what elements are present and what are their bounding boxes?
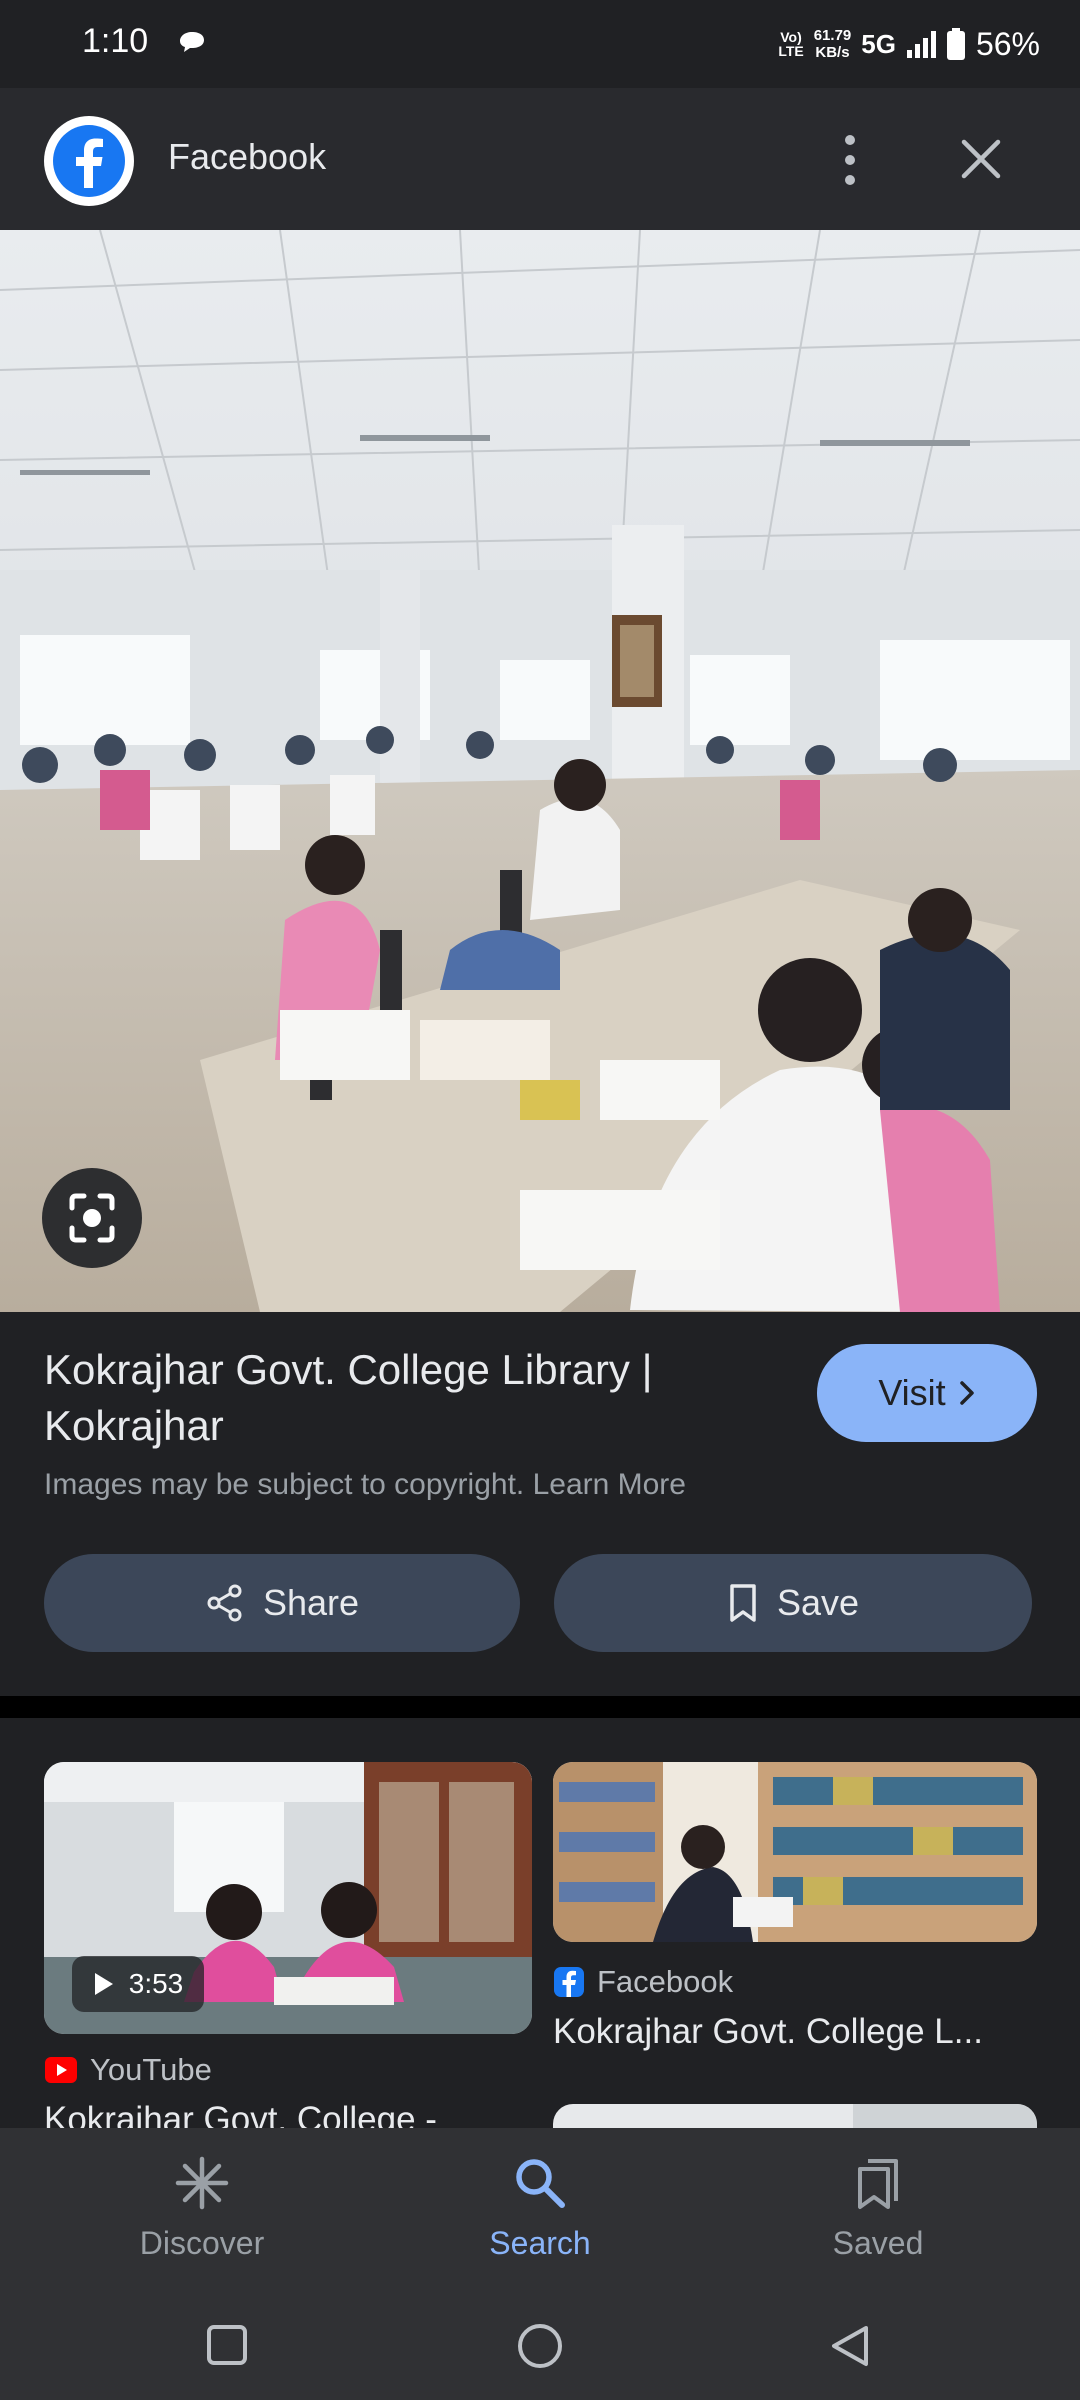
network-type: 5G <box>861 28 896 59</box>
battery-icon <box>946 28 965 60</box>
status-time: 1:10 <box>82 22 149 60</box>
copyright-notice[interactable]: Images may be subject to copyright. Lear… <box>44 1468 686 1502</box>
app-header: Facebook <box>0 88 1080 230</box>
visit-label: Visit <box>878 1372 946 1413</box>
nav-search-label: Search <box>489 2224 591 2261</box>
related-title-2[interactable]: Kokrajhar Govt. College L... <box>553 2012 1037 2052</box>
share-icon <box>207 1584 242 1622</box>
asterisk-icon <box>175 2156 229 2209</box>
save-label: Save <box>776 1582 860 1623</box>
nav-saved[interactable]: Saved <box>758 2128 998 2288</box>
back-triangle-icon[interactable] <box>828 2324 872 2368</box>
facebook-icon <box>554 1967 584 1997</box>
status-bar: 1:10 Vo) LTE 61.79 KB/s 5G 56% <box>0 0 1080 88</box>
share-label: Share <box>262 1582 360 1623</box>
main-result-image[interactable] <box>0 230 1080 1312</box>
network-speed: 61.79 KB/s <box>813 27 852 61</box>
system-navigation-bar <box>0 2288 1080 2400</box>
chat-bubble-icon <box>180 32 204 52</box>
source-name: YouTube <box>90 2052 212 2087</box>
duration-label: 3:53 <box>128 1968 184 1999</box>
battery-percent: 56% <box>975 25 1040 62</box>
related-source-1: YouTube <box>44 2052 212 2088</box>
lens-icon[interactable] <box>42 1168 142 1268</box>
status-icons: Vo) LTE 61.79 KB/s 5G 56% <box>778 18 1040 70</box>
related-thumbnail-2[interactable] <box>553 1762 1037 1942</box>
save-button[interactable]: Save <box>554 1554 1032 1652</box>
play-icon <box>94 1973 113 1995</box>
signal-icon <box>906 31 936 58</box>
visit-button[interactable]: Visit <box>817 1344 1037 1442</box>
search-icon <box>516 2158 565 2208</box>
nav-saved-label: Saved <box>832 2224 924 2261</box>
close-icon[interactable] <box>956 134 1006 184</box>
facebook-logo-icon <box>44 116 134 206</box>
video-duration-badge: 3:53 <box>72 1956 204 2012</box>
more-options-icon[interactable] <box>832 130 868 190</box>
related-source-2: Facebook <box>553 1964 733 2000</box>
section-divider <box>0 1696 1080 1718</box>
recents-square-icon[interactable] <box>206 2324 248 2366</box>
bookmark-icon <box>730 1584 756 1622</box>
result-title: Kokrajhar Govt. College Library | Kokraj… <box>44 1346 653 1449</box>
youtube-icon <box>45 2057 77 2083</box>
nav-discover-label: Discover <box>139 2224 265 2261</box>
bookmarks-icon <box>858 2158 898 2209</box>
home-circle-icon[interactable] <box>516 2322 564 2370</box>
volte-indicator: Vo) LTE <box>778 29 804 59</box>
chevron-right-icon <box>959 1381 974 1405</box>
source-name: Facebook <box>597 1964 734 1999</box>
header-title: Facebook <box>168 136 327 177</box>
bottom-navigation: Discover Search Saved <box>0 2128 1080 2288</box>
share-button[interactable]: Share <box>44 1554 520 1652</box>
nav-search[interactable]: Search <box>420 2128 660 2288</box>
nav-discover[interactable]: Discover <box>82 2128 322 2288</box>
